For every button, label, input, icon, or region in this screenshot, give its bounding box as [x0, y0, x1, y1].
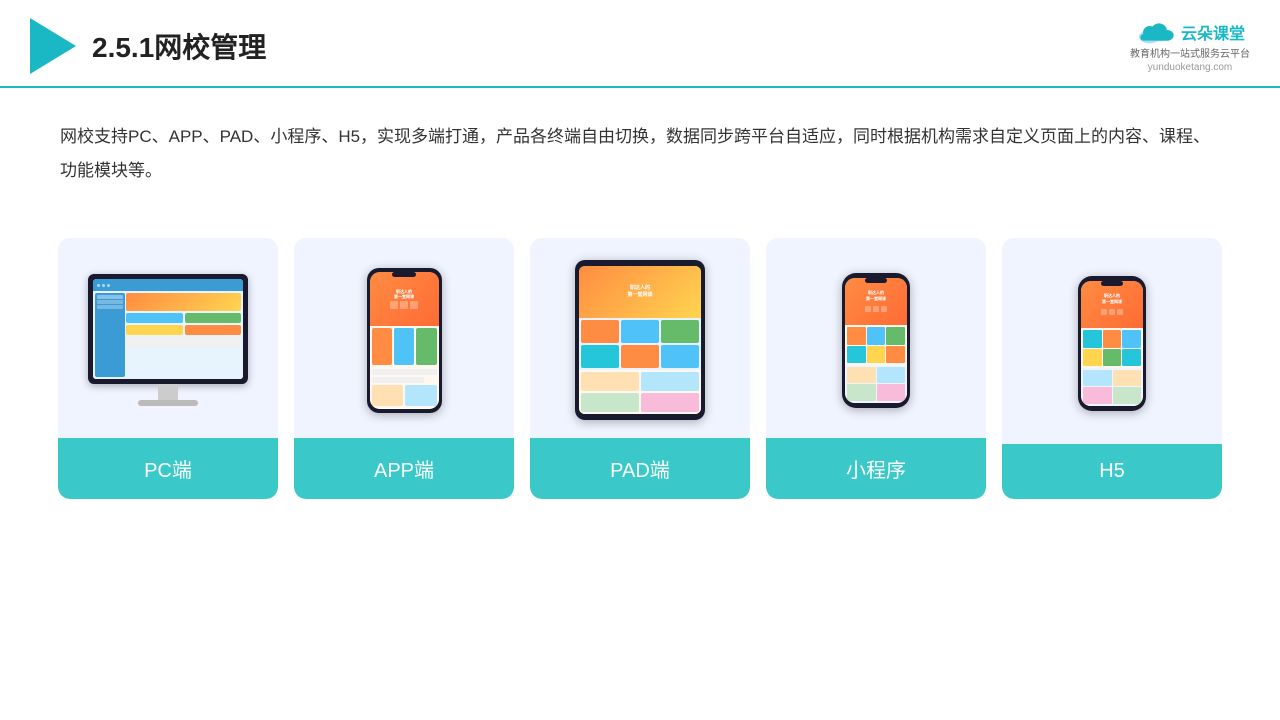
card-app: 职达人的第一堂网课	[294, 238, 514, 499]
pc-image-area	[58, 238, 278, 438]
card-pc: PC端	[58, 238, 278, 499]
logo-triangle-icon	[30, 18, 76, 74]
header-right: 云朵课堂 教育机构一站式服务云平台 yunduoketang.com	[1130, 19, 1250, 73]
brand-logo-top: 云朵课堂	[1135, 19, 1245, 45]
header-left: 2.5.1网校管理	[30, 18, 266, 74]
pad-image-area: 职达人的第一堂网课	[530, 238, 750, 438]
brand-name: 云朵课堂	[1181, 20, 1245, 44]
app-phone: 职达人的第一堂网课	[367, 268, 442, 413]
brand-url: yunduoketang.com	[1148, 62, 1233, 73]
miniprogram-phone: 职达人的第一堂网课	[842, 273, 910, 408]
pad-device: 职达人的第一堂网课	[575, 260, 705, 420]
pad-label: PAD端	[530, 438, 750, 499]
page-title: 2.5.1网校管理	[92, 26, 266, 66]
app-image-area: 职达人的第一堂网课	[294, 238, 514, 438]
app-label: APP端	[294, 438, 514, 499]
pc-monitor	[88, 274, 248, 406]
miniprogram-label: 小程序	[766, 438, 986, 499]
page-header: 2.5.1网校管理 云朵课堂 教育机构一站式服务云平台 yunduoketang…	[0, 0, 1280, 88]
miniprogram-image-area: 职达人的第一堂网课	[766, 238, 986, 438]
brand-logo: 云朵课堂 教育机构一站式服务云平台 yunduoketang.com	[1130, 19, 1250, 73]
card-h5: 职达人的第一堂网课	[1002, 238, 1222, 499]
h5-label: H5	[1002, 444, 1222, 499]
device-cards-container: PC端 职达人的第一堂网课	[0, 218, 1280, 519]
description-text: 网校支持PC、APP、PAD、小程序、H5，实现多端打通，产品各终端自由切换，数…	[0, 88, 1280, 208]
h5-image-area: 职达人的第一堂网课	[1002, 238, 1222, 444]
card-pad: 职达人的第一堂网课	[530, 238, 750, 499]
h5-phone: 职达人的第一堂网课	[1078, 276, 1146, 411]
cloud-icon	[1135, 19, 1175, 45]
pc-label: PC端	[58, 438, 278, 499]
brand-slogan: 教育机构一站式服务云平台	[1130, 45, 1250, 60]
card-miniprogram: 职达人的第一堂网课	[766, 238, 986, 499]
